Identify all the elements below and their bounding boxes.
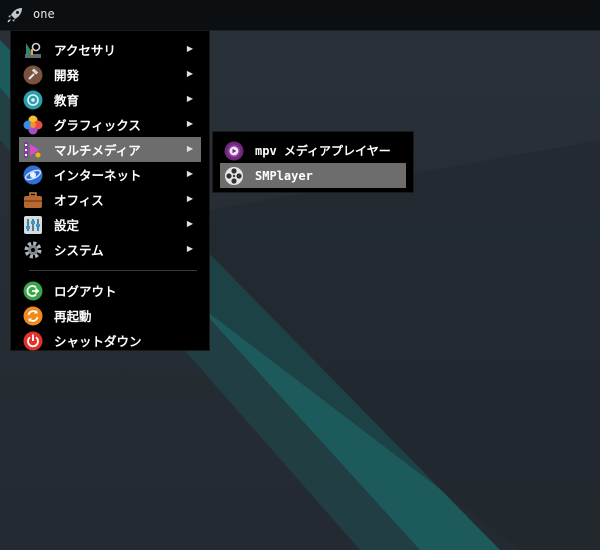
multimedia-submenu: mpv メディアプレイヤー SMPlayer bbox=[212, 131, 414, 193]
logout-icon bbox=[23, 281, 43, 301]
submenu-arrow-icon: ▶ bbox=[186, 69, 193, 78]
menu-item-graphics[interactable]: グラフィックス ▶ bbox=[19, 112, 201, 137]
submenu-arrow-icon: ▶ bbox=[186, 169, 193, 178]
submenu-item-mpv[interactable]: mpv メディアプレイヤー bbox=[220, 138, 406, 163]
rocket-icon[interactable] bbox=[4, 4, 26, 26]
submenu-item-smplayer[interactable]: SMPlayer bbox=[220, 163, 406, 188]
mpv-icon bbox=[224, 141, 244, 161]
submenu-item-label: mpv メディアプレイヤー bbox=[255, 144, 391, 158]
submenu-arrow-icon: ▶ bbox=[186, 144, 193, 153]
submenu-arrow-icon: ▶ bbox=[186, 219, 193, 228]
menu-item-label: マルチメディア bbox=[54, 143, 141, 158]
smplayer-icon bbox=[224, 166, 244, 186]
menu-item-multimedia[interactable]: マルチメディア ▶ bbox=[19, 137, 201, 162]
development-icon bbox=[23, 65, 43, 85]
submenu-arrow-icon: ▶ bbox=[186, 94, 193, 103]
menu-item-label: グラフィックス bbox=[54, 118, 141, 133]
menu-item-label: ログアウト bbox=[54, 284, 117, 299]
system-icon bbox=[23, 240, 43, 260]
menu-item-restart[interactable]: 再起動 bbox=[19, 303, 201, 328]
shutdown-icon bbox=[23, 331, 43, 351]
menu-item-office[interactable]: オフィス ▶ bbox=[19, 187, 201, 212]
menu-item-label: インターネット bbox=[54, 168, 142, 183]
submenu-arrow-icon: ▶ bbox=[186, 244, 193, 253]
panel-title: one bbox=[33, 7, 55, 21]
menu-separator bbox=[29, 270, 197, 271]
menu-item-shutdown[interactable]: シャットダウン bbox=[19, 328, 201, 353]
menu-item-label: シャットダウン bbox=[54, 334, 142, 349]
restart-icon bbox=[23, 306, 43, 326]
menu-item-development[interactable]: 開発 ▶ bbox=[19, 62, 201, 87]
settings-icon bbox=[23, 215, 43, 235]
menu-item-accessories[interactable]: アクセサリ ▶ bbox=[19, 37, 201, 62]
menu-item-settings[interactable]: 設定 ▶ bbox=[19, 212, 201, 237]
menu-item-label: 開発 bbox=[54, 68, 80, 83]
graphics-icon bbox=[23, 115, 43, 135]
multimedia-icon bbox=[23, 140, 43, 160]
menu-item-label: システム bbox=[54, 243, 104, 258]
menu-item-system[interactable]: システム ▶ bbox=[19, 237, 201, 262]
top-panel: one bbox=[0, 0, 600, 31]
menu-item-internet[interactable]: インターネット ▶ bbox=[19, 162, 201, 187]
menu-item-label: 再起動 bbox=[54, 309, 92, 324]
submenu-arrow-icon: ▶ bbox=[186, 119, 193, 128]
internet-icon bbox=[23, 165, 43, 185]
accessories-icon bbox=[23, 40, 43, 60]
menu-item-education[interactable]: 教育 ▶ bbox=[19, 87, 201, 112]
submenu-arrow-icon: ▶ bbox=[186, 44, 193, 53]
menu-item-label: 設定 bbox=[54, 218, 80, 233]
menu-item-label: 教育 bbox=[54, 93, 80, 108]
menu-item-label: オフィス bbox=[54, 193, 104, 208]
application-menu: アクセサリ ▶ 開発 ▶ 教育 ▶ グラフィックス ▶ マルチメディア ▶ イン… bbox=[10, 30, 210, 351]
submenu-item-label: SMPlayer bbox=[255, 168, 313, 183]
menu-item-label: アクセサリ bbox=[54, 43, 116, 58]
education-icon bbox=[23, 90, 43, 110]
menu-item-logout[interactable]: ログアウト bbox=[19, 278, 201, 303]
submenu-arrow-icon: ▶ bbox=[186, 194, 193, 203]
office-icon bbox=[23, 190, 43, 210]
